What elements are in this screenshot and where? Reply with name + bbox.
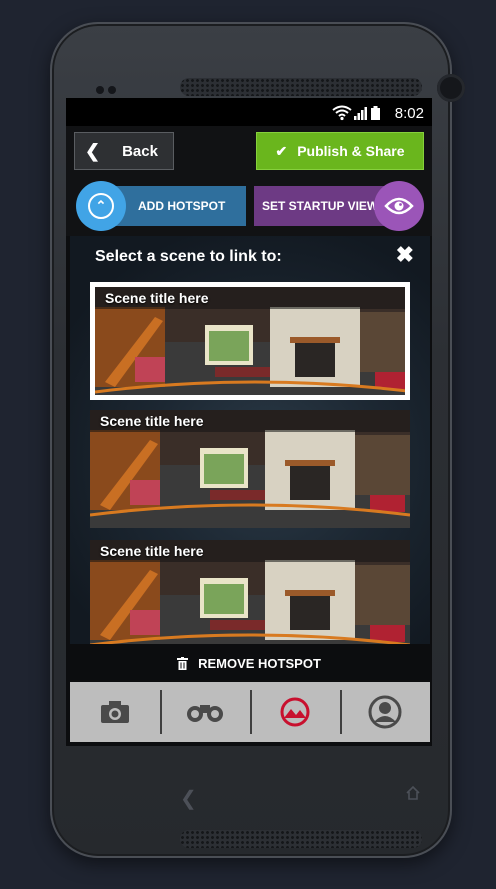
top-toolbar: ❮ Back ✔ Publish & Share (66, 126, 432, 178)
chevron-up-icon: ⌃ (88, 193, 114, 219)
tab-camera[interactable] (70, 682, 160, 742)
tab-explore[interactable] (160, 682, 250, 742)
bottom-tab-bar (70, 682, 430, 742)
eye-icon (384, 197, 414, 215)
sensor-dot (96, 86, 104, 94)
remove-hotspot-label: REMOVE HOTSPOT (198, 655, 321, 671)
back-label: Back (122, 142, 158, 160)
binoculars-icon (187, 705, 223, 722)
scene-title: Scene title here (100, 543, 204, 559)
remove-hotspot-button[interactable]: REMOVE HOTSPOT (66, 644, 432, 682)
scene-picker-panel: Select a scene to link to: ✖ Scene title… (70, 236, 430, 644)
scene-card[interactable]: Scene title here (90, 540, 410, 644)
publish-share-button[interactable]: ✔ Publish & Share (256, 132, 424, 170)
scene-title: Scene title here (105, 290, 209, 306)
startup-view-circle[interactable] (374, 181, 424, 231)
battery-icon (371, 106, 380, 120)
sensor-dot (108, 86, 116, 94)
wifi-icon (332, 105, 352, 121)
trash-icon (177, 656, 189, 670)
checkmark-icon: ✔ (275, 142, 288, 159)
profile-icon (368, 695, 402, 729)
status-time: 8:02 (394, 105, 424, 122)
publish-label: Publish & Share (297, 143, 405, 159)
hardware-home-icon[interactable] (406, 786, 420, 800)
chevron-left-icon: ❮ (85, 140, 101, 161)
scene-title: Scene title here (100, 413, 204, 429)
tab-panorama[interactable] (250, 682, 340, 742)
status-bar: 8:02 (66, 98, 432, 126)
earpiece-speaker (180, 78, 422, 96)
add-hotspot-circle[interactable]: ⌃ (76, 181, 126, 231)
screen: 8:02 ❮ Back ✔ Publish & Share ADD HOTSPO… (66, 98, 432, 746)
camera-icon (101, 701, 129, 723)
action-bar: ADD HOTSPOT ⌃ SET STARTUP VIEW (66, 178, 432, 236)
startup-view-label: SET STARTUP VIEW (262, 199, 379, 213)
panel-title: Select a scene to link to: (95, 248, 282, 265)
status-icons (332, 105, 380, 121)
tab-profile[interactable] (340, 682, 430, 742)
back-button[interactable]: ❮ Back (74, 132, 174, 170)
panorama-icon (280, 697, 310, 727)
signal-icon (354, 107, 367, 120)
scene-card[interactable]: Scene title here (90, 282, 410, 400)
close-icon[interactable]: ✖ (396, 242, 414, 268)
hardware-back-icon[interactable]: ❮ (180, 786, 197, 811)
scene-card[interactable]: Scene title here (90, 410, 410, 528)
add-hotspot-label: ADD HOTSPOT (138, 199, 226, 213)
bottom-speaker (180, 830, 422, 848)
front-camera (437, 74, 465, 102)
